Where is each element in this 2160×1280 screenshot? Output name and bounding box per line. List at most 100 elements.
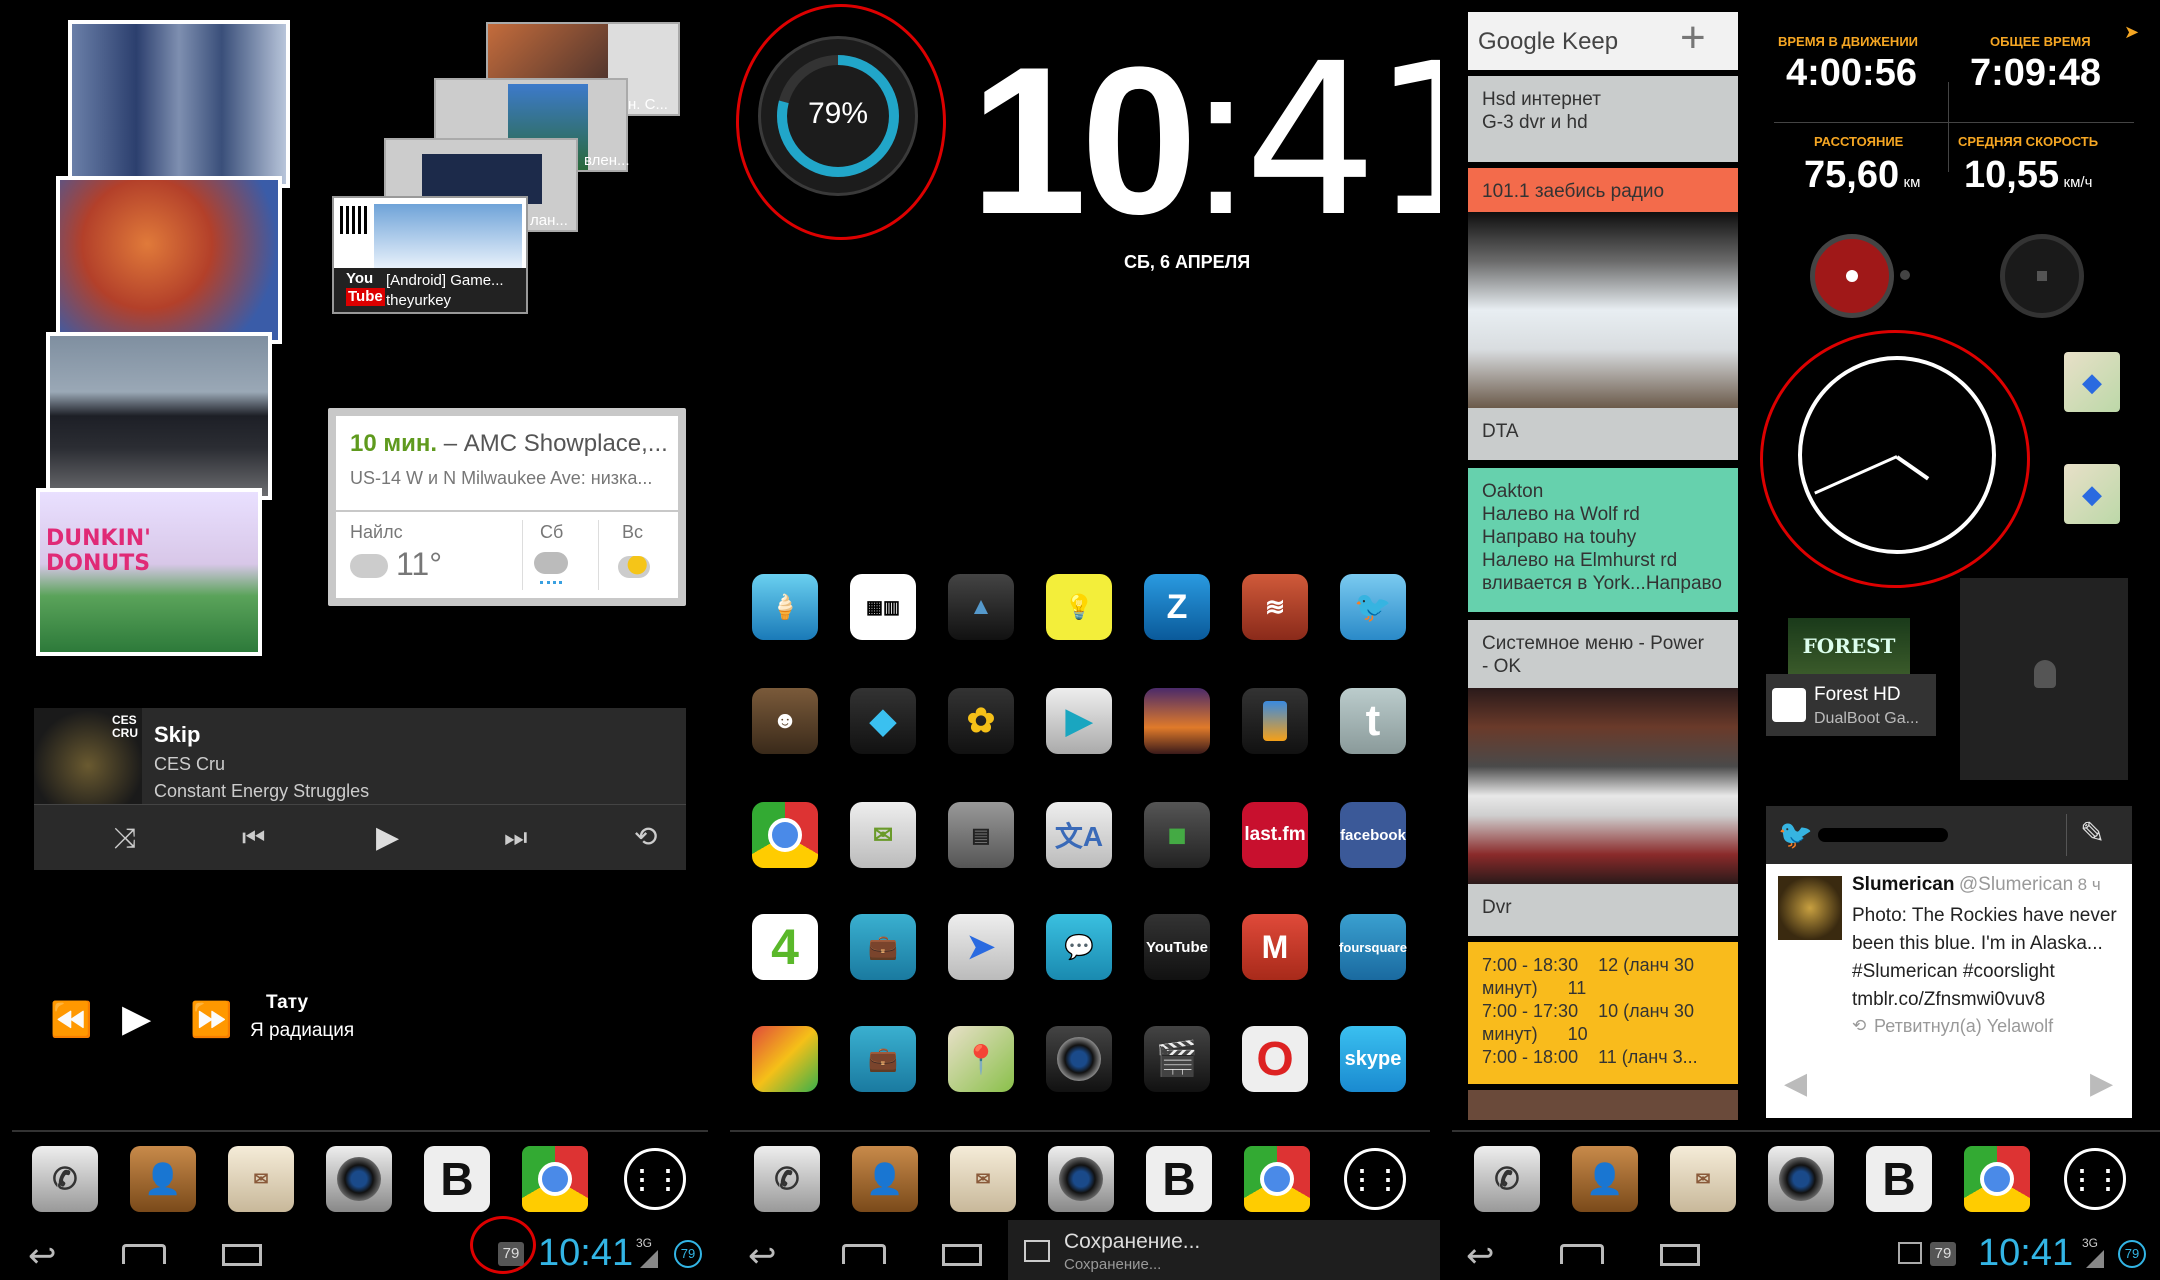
messaging-icon[interactable]: ✉ — [950, 1146, 1016, 1212]
next-track-button[interactable]: ⏭ — [504, 822, 527, 854]
facebook-app-icon[interactable]: facebook — [1340, 802, 1406, 868]
clapperboard-app-icon[interactable]: 🎬 — [1144, 1026, 1210, 1092]
mini-player-play-button[interactable]: ▶ — [122, 996, 151, 1041]
phone-icon[interactable]: ✆ — [1474, 1146, 1540, 1212]
barcode-scanner-icon[interactable]: ▦▥ — [850, 574, 916, 640]
record-button[interactable] — [1810, 234, 1894, 318]
keep-note[interactable]: Hsd интернет G-3 dvr и hd — [1468, 76, 1738, 162]
keep-note[interactable]: DTA — [1468, 408, 1738, 460]
calculator-icon[interactable]: ▤ — [948, 802, 1014, 868]
album-art[interactable]: CES CRU — [34, 708, 142, 804]
phone-icon[interactable]: ✆ — [754, 1146, 820, 1212]
clock-widget[interactable]: 10:41 — [970, 36, 1440, 246]
chat-app-icon[interactable]: 💬 — [1046, 914, 1112, 980]
camera-icon[interactable] — [1048, 1146, 1114, 1212]
google-keep-widget[interactable]: Google Keep + Hsd интернет G-3 dvr и hd … — [1468, 12, 1738, 1120]
home-button[interactable] — [1560, 1244, 1604, 1264]
camera-icon[interactable] — [326, 1146, 392, 1212]
notification-toast[interactable]: Сохранение... Сохранение... — [1008, 1220, 1440, 1280]
photo-widget-item[interactable] — [68, 20, 290, 188]
google-now-widget[interactable]: 10 мин. – AMC Showplace,... US-14 W и N … — [328, 408, 686, 606]
skype-app-icon[interactable]: skype — [1340, 1026, 1406, 1092]
photo-widget-item[interactable] — [56, 176, 282, 344]
photo-widget-item[interactable]: DUNKIN' DONUTS — [36, 488, 262, 656]
tweet-next-arrow[interactable]: ▶ — [2090, 1066, 2113, 1101]
app-drawer-button[interactable]: ⋮⋮ — [624, 1148, 686, 1210]
play-movies-icon[interactable]: ▶ — [1046, 688, 1112, 754]
back-button[interactable]: ↩ — [748, 1236, 777, 1276]
play-store-icon[interactable] — [752, 1026, 818, 1092]
popsicle-app-icon[interactable]: 🍦 — [752, 574, 818, 640]
briefcase-app-icon[interactable]: 💼 — [850, 1026, 916, 1092]
cube-app-icon[interactable]: ◆ — [850, 688, 916, 754]
contacts-icon[interactable]: 👤 — [1572, 1146, 1638, 1212]
photo-widget-item[interactable] — [46, 332, 272, 500]
file-manager-icon[interactable]: 💼 — [850, 914, 916, 980]
maps-shortcut-icon[interactable]: ◆ — [2064, 464, 2120, 524]
analog-clock-widget[interactable] — [1798, 356, 1996, 554]
recent-apps-button[interactable] — [1660, 1244, 1700, 1266]
opera-app-icon[interactable]: O — [1242, 1026, 1308, 1092]
tracker-widget[interactable]: ВРЕМЯ В ДВИЖЕНИИ 4:00:56 ОБЩЕЕ ВРЕМЯ 7:0… — [1762, 20, 2142, 200]
back-button[interactable]: ↩ — [1466, 1236, 1495, 1276]
twitter-widget[interactable]: 🐦 ✎ Slumerican @Slumerican 8 ч Photo: Th… — [1766, 806, 2132, 1118]
twitter-app-icon[interactable]: 🐦 — [1340, 574, 1406, 640]
youtube-app-icon[interactable]: YouTube — [1144, 914, 1210, 980]
tweet-avatar[interactable] — [1778, 876, 1842, 940]
chrome-icon[interactable] — [522, 1146, 588, 1212]
mini-player-prev-button[interactable]: ⏪ — [50, 1000, 92, 1040]
foursquare-4-icon[interactable]: 4 — [752, 914, 818, 980]
tweet-username[interactable]: Slumerican — [1852, 874, 1954, 895]
translate-app-icon[interactable]: 文A — [1046, 802, 1112, 868]
camera-icon[interactable] — [1768, 1146, 1834, 1212]
film-reel-app-icon[interactable]: ✿ — [948, 688, 1014, 754]
navigation-app-icon[interactable]: ➤ — [948, 914, 1014, 980]
traffic-card[interactable]: 10 мин. – AMC Showplace,... US-14 W и N … — [336, 416, 678, 510]
forest-hd-widget[interactable]: Forest HD DualBoot Ga... — [1766, 674, 1936, 736]
anonymous-app-icon[interactable]: ☻ — [752, 688, 818, 754]
tweet-prev-arrow[interactable]: ◀ — [1784, 1066, 1807, 1101]
mini-player-next-button[interactable]: ⏩ — [190, 1000, 232, 1040]
contacts-icon[interactable]: 👤 — [852, 1146, 918, 1212]
lastfm-app-icon[interactable]: last.fm — [1242, 802, 1308, 868]
vk-icon[interactable]: B — [1146, 1146, 1212, 1212]
compose-tweet-button[interactable]: ✎ — [2080, 816, 2105, 851]
repeat-button[interactable]: ⟲ — [634, 820, 657, 853]
vk-icon[interactable]: B — [424, 1146, 490, 1212]
home-button[interactable] — [842, 1244, 886, 1264]
keep-note[interactable]: Oakton Налево на Wolf rd Направо на touh… — [1468, 468, 1738, 612]
recent-apps-button[interactable] — [942, 1244, 982, 1266]
gmail-app-icon[interactable]: M — [1242, 914, 1308, 980]
zillow-rentals-icon[interactable]: Z — [1144, 574, 1210, 640]
android-market-icon[interactable]: ✉ — [850, 802, 916, 868]
flashlight-app-icon[interactable]: 💡 — [1046, 574, 1112, 640]
battery-app-icon[interactable] — [1242, 688, 1308, 754]
recent-apps-button[interactable] — [222, 1244, 262, 1266]
chrome-icon[interactable] — [1244, 1146, 1310, 1212]
weather-card[interactable]: Найлс 11° Сб Вс — [336, 512, 678, 598]
home-button[interactable] — [122, 1244, 166, 1264]
app-drawer-button[interactable]: ⋮⋮ — [1344, 1148, 1406, 1210]
keep-note-photo[interactable] — [1468, 212, 1738, 408]
lamp-widget[interactable] — [1960, 578, 2128, 780]
3d-cube-app-icon[interactable]: ■ — [1144, 802, 1210, 868]
youtube-widget-main[interactable]: You Tube [Android] Game... theyurkey — [332, 196, 528, 314]
keep-add-button[interactable]: + — [1680, 16, 1706, 60]
keep-note[interactable]: 7:00 - 18:30 12 (ланч 30 минут) 11 7:00 … — [1468, 942, 1738, 1084]
google-maps-icon[interactable]: 📍 — [948, 1026, 1014, 1092]
battery-widget[interactable]: 79% — [758, 36, 918, 196]
maps-shortcut-icon[interactable]: ◆ — [2064, 352, 2120, 412]
previous-track-button[interactable]: ⏮ — [242, 822, 265, 854]
keep-note[interactable]: Dvr — [1468, 884, 1738, 936]
shuffle-button[interactable]: ⤨ — [114, 822, 136, 855]
bank-of-america-icon[interactable]: ≋ — [1242, 574, 1308, 640]
back-button[interactable]: ↩ — [28, 1236, 57, 1276]
play-button[interactable]: ▶ — [376, 820, 399, 855]
phone-icon[interactable]: ✆ — [32, 1146, 98, 1212]
reader-app-icon[interactable]: ▲ — [948, 574, 1014, 640]
keep-note[interactable]: Системное меню - Power - OK — [1468, 620, 1738, 694]
chrome-app-icon[interactable] — [752, 802, 818, 868]
sunset-wallpaper-icon[interactable] — [1144, 688, 1210, 754]
app-drawer-button[interactable]: ⋮⋮ — [2064, 1148, 2126, 1210]
messaging-icon[interactable]: ✉ — [1670, 1146, 1736, 1212]
